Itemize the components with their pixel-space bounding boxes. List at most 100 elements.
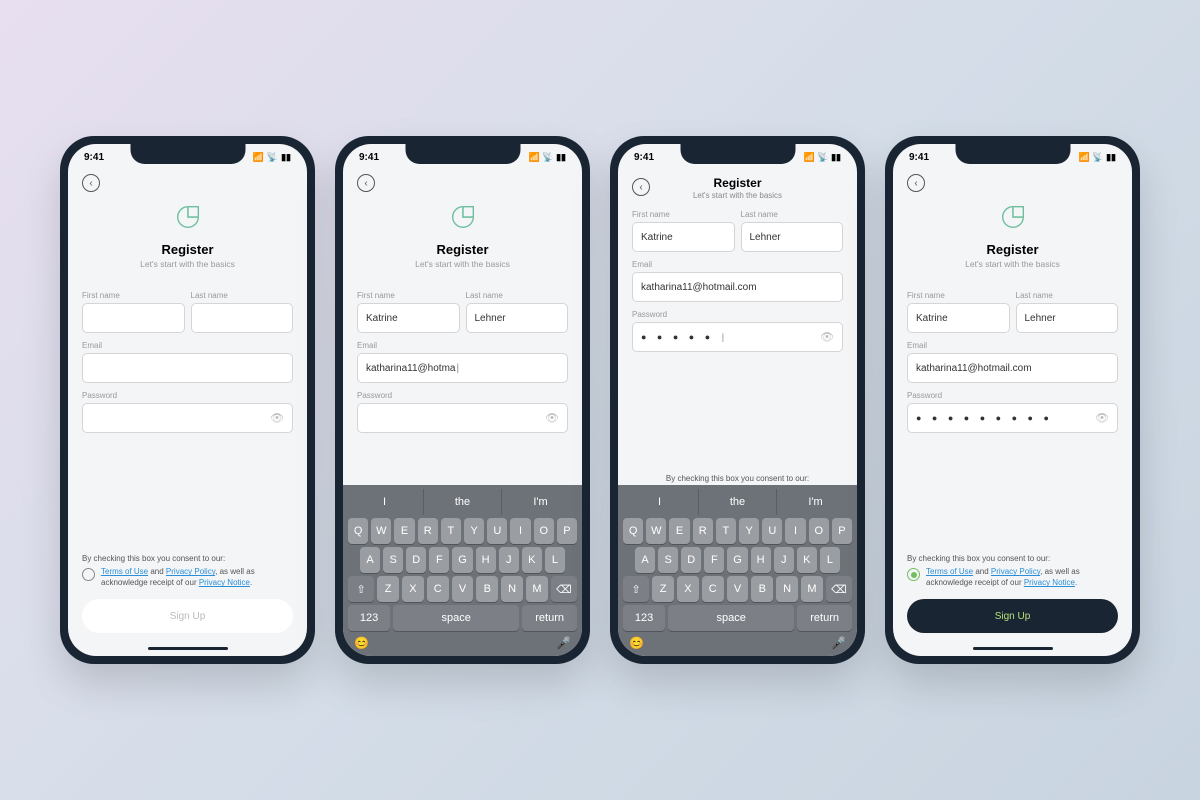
back-button[interactable]: ‹	[907, 174, 925, 192]
key-a[interactable]: A	[360, 547, 380, 573]
emoji-key[interactable]: 😊	[629, 636, 644, 650]
eye-icon[interactable]: 👁	[270, 412, 284, 425]
privacy-link[interactable]: Privacy Policy	[166, 567, 215, 576]
eye-icon[interactable]: 👁	[545, 412, 559, 425]
back-button[interactable]: ‹	[82, 174, 100, 192]
key-a[interactable]: A	[635, 547, 655, 573]
home-indicator[interactable]	[148, 647, 228, 650]
key-v[interactable]: V	[452, 576, 474, 602]
suggest-2[interactable]: the	[699, 489, 777, 515]
return-key[interactable]: return	[797, 605, 852, 631]
key-j[interactable]: J	[499, 547, 519, 573]
key-c[interactable]: C	[702, 576, 724, 602]
consent-checkbox[interactable]	[907, 568, 920, 581]
first-name-input[interactable]: Katrine	[357, 303, 460, 333]
key-g[interactable]: G	[452, 547, 472, 573]
consent-checkbox[interactable]	[82, 568, 95, 581]
key-u[interactable]: U	[762, 518, 782, 544]
notice-link[interactable]: Privacy Notice	[199, 578, 250, 587]
mic-key[interactable]: 🎤	[831, 636, 846, 650]
key-d[interactable]: D	[681, 547, 701, 573]
key-q[interactable]: Q	[623, 518, 643, 544]
notice-link[interactable]: Privacy Notice	[1024, 578, 1075, 587]
first-name-input[interactable]: Katrine	[632, 222, 735, 252]
shift-key[interactable]: ⇧	[348, 576, 374, 602]
last-name-input[interactable]	[191, 303, 294, 333]
key-t[interactable]: T	[716, 518, 736, 544]
emoji-key[interactable]: 😊	[354, 636, 369, 650]
suggest-3[interactable]: I'm	[502, 489, 579, 515]
key-n[interactable]: N	[776, 576, 798, 602]
key-e[interactable]: E	[394, 518, 414, 544]
shift-key[interactable]: ⇧	[623, 576, 649, 602]
terms-link[interactable]: Terms of Use	[926, 567, 973, 576]
last-name-input[interactable]: Lehner	[741, 222, 844, 252]
key-w[interactable]: W	[646, 518, 666, 544]
password-input[interactable]: 👁	[357, 403, 568, 433]
eye-icon[interactable]: 👁	[820, 331, 834, 344]
key-j[interactable]: J	[774, 547, 794, 573]
key-x[interactable]: X	[677, 576, 699, 602]
email-input[interactable]: katharina11@hotmail.com	[632, 272, 843, 302]
key-m[interactable]: M	[801, 576, 823, 602]
key-h[interactable]: H	[476, 547, 496, 573]
key-o[interactable]: O	[809, 518, 829, 544]
key-s[interactable]: S	[658, 547, 678, 573]
backspace-key[interactable]: ⌫	[551, 576, 577, 602]
key-l[interactable]: L	[820, 547, 840, 573]
key-x[interactable]: X	[402, 576, 424, 602]
key-z[interactable]: Z	[652, 576, 674, 602]
key-r[interactable]: R	[693, 518, 713, 544]
key-i[interactable]: I	[785, 518, 805, 544]
email-input[interactable]: katharina11@hotmail.com	[907, 353, 1118, 383]
key-b[interactable]: B	[751, 576, 773, 602]
key-f[interactable]: F	[429, 547, 449, 573]
key-e[interactable]: E	[669, 518, 689, 544]
key-d[interactable]: D	[406, 547, 426, 573]
password-input[interactable]: ● ● ● ● ● 👁	[632, 322, 843, 352]
key-c[interactable]: C	[427, 576, 449, 602]
key-s[interactable]: S	[383, 547, 403, 573]
suggest-2[interactable]: the	[424, 489, 502, 515]
key-v[interactable]: V	[727, 576, 749, 602]
num-key[interactable]: 123	[348, 605, 390, 631]
last-name-input[interactable]: Lehner	[1016, 303, 1119, 333]
num-key[interactable]: 123	[623, 605, 665, 631]
return-key[interactable]: return	[522, 605, 577, 631]
signup-button[interactable]: Sign Up	[907, 599, 1118, 633]
key-h[interactable]: H	[751, 547, 771, 573]
mic-key[interactable]: 🎤	[556, 636, 571, 650]
signup-button[interactable]: Sign Up	[82, 599, 293, 633]
privacy-link[interactable]: Privacy Policy	[991, 567, 1040, 576]
key-f[interactable]: F	[704, 547, 724, 573]
keyboard[interactable]: I the I'm QWERTYUIOP ASDFGHJKL ⇧ZXCVBNM⌫…	[343, 485, 582, 656]
space-key[interactable]: space	[668, 605, 794, 631]
suggestions[interactable]: I the I'm	[346, 489, 579, 515]
space-key[interactable]: space	[393, 605, 519, 631]
key-l[interactable]: L	[545, 547, 565, 573]
key-k[interactable]: K	[797, 547, 817, 573]
key-g[interactable]: G	[727, 547, 747, 573]
password-input[interactable]: 👁	[82, 403, 293, 433]
last-name-input[interactable]: Lehner	[466, 303, 569, 333]
key-i[interactable]: I	[510, 518, 530, 544]
key-t[interactable]: T	[441, 518, 461, 544]
email-input[interactable]	[82, 353, 293, 383]
key-o[interactable]: O	[534, 518, 554, 544]
key-z[interactable]: Z	[377, 576, 399, 602]
terms-link[interactable]: Terms of Use	[101, 567, 148, 576]
key-u[interactable]: U	[487, 518, 507, 544]
key-q[interactable]: Q	[348, 518, 368, 544]
key-y[interactable]: Y	[739, 518, 759, 544]
key-n[interactable]: N	[501, 576, 523, 602]
key-p[interactable]: P	[557, 518, 577, 544]
key-y[interactable]: Y	[464, 518, 484, 544]
password-input[interactable]: ● ● ● ● ● ● ● ● ●👁	[907, 403, 1118, 433]
first-name-input[interactable]	[82, 303, 185, 333]
suggest-1[interactable]: I	[346, 489, 424, 515]
suggest-1[interactable]: I	[621, 489, 699, 515]
keyboard[interactable]: I the I'm QWERTYUIOP ASDFGHJKL ⇧ZXCVBNM⌫…	[618, 485, 857, 656]
back-button[interactable]: ‹	[632, 178, 650, 196]
email-input[interactable]: katharina11@hotma	[357, 353, 568, 383]
home-indicator[interactable]	[973, 647, 1053, 650]
